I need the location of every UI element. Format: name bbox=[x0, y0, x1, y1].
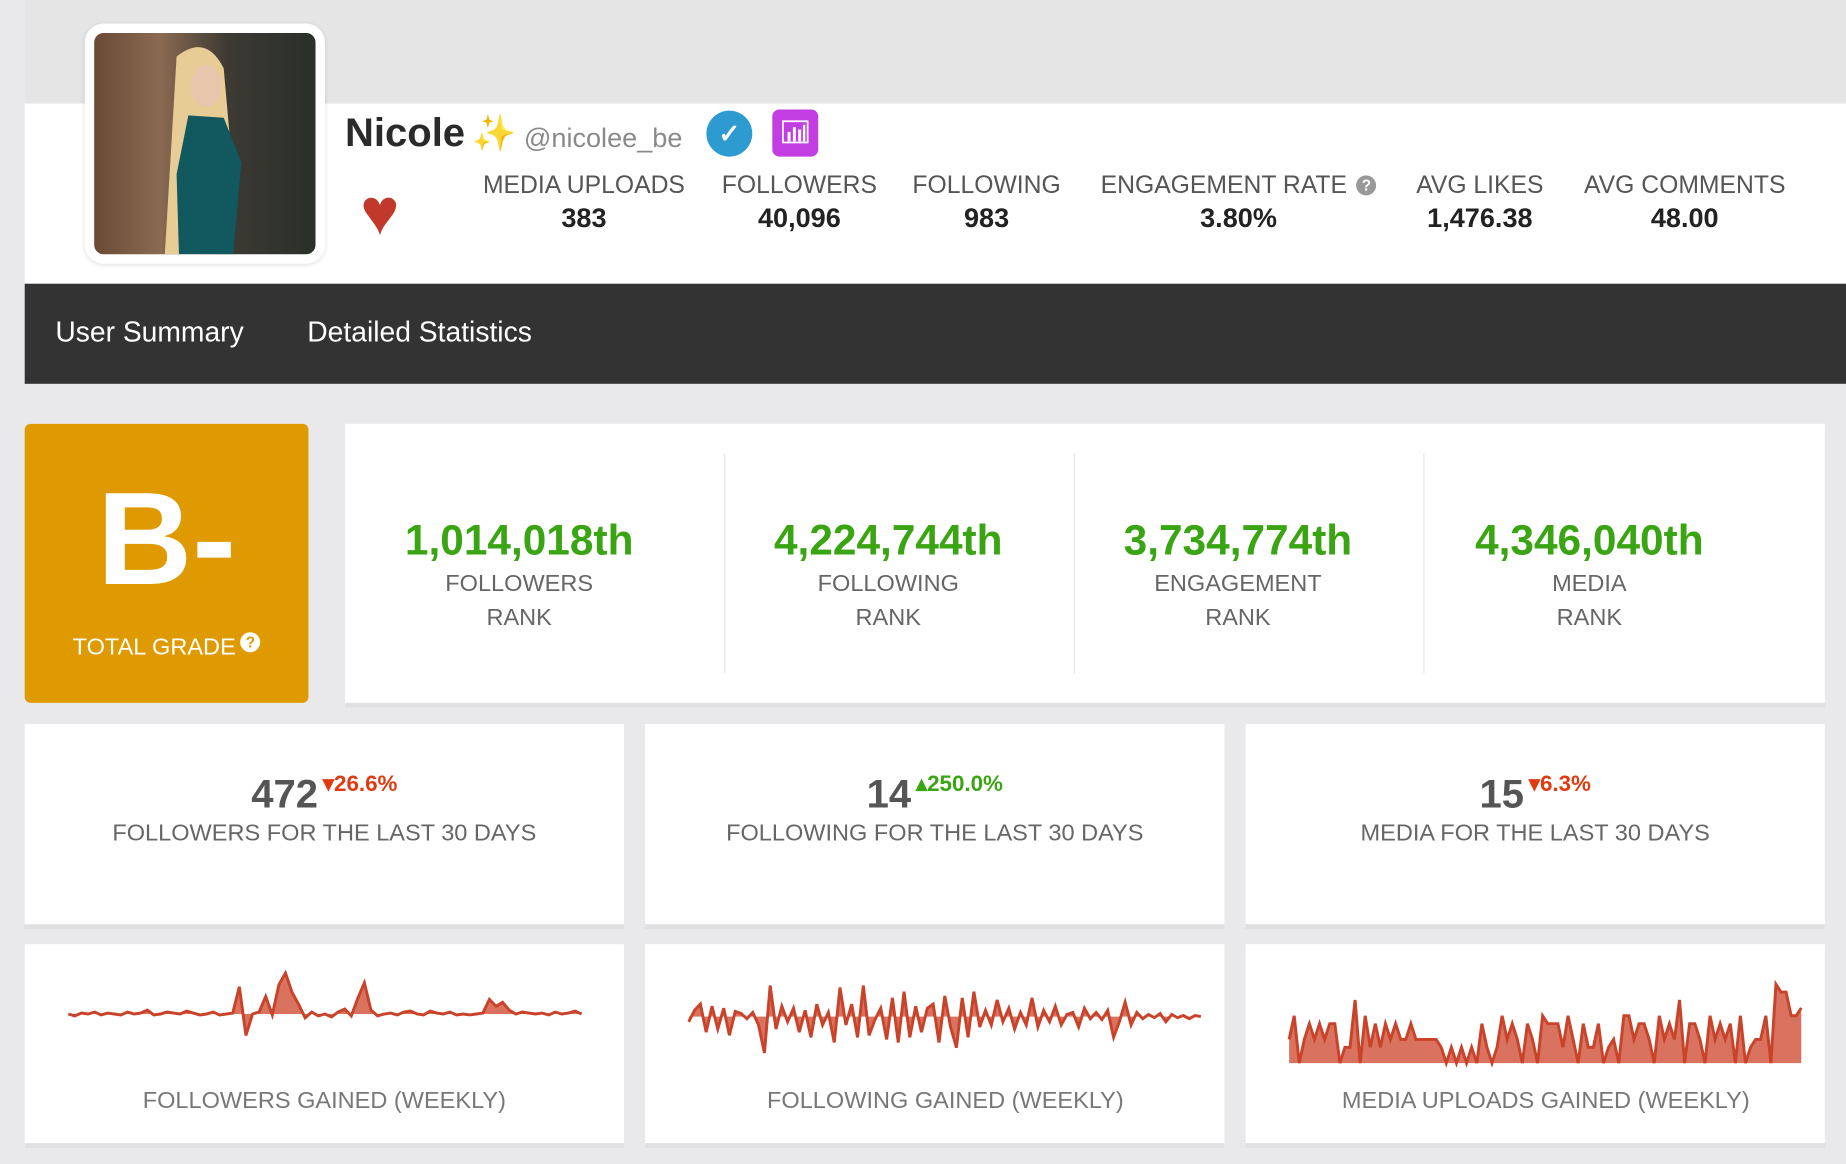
stat-label: FOLLOWING bbox=[912, 171, 1061, 199]
rank-value: 3,734,774th bbox=[1123, 515, 1353, 564]
tab-detailed-statistics[interactable]: Detailed Statistics bbox=[307, 317, 532, 350]
rank-value: 4,224,744th bbox=[773, 515, 1003, 564]
change-up: ▴250.0% bbox=[915, 772, 1003, 798]
stat-value: 40,096 bbox=[757, 202, 841, 234]
profile-name: Nicole bbox=[344, 110, 466, 156]
following-30-days-card: 14 ▴250.0% FOLLOWING FOR THE LAST 30 DAYS bbox=[645, 724, 1225, 925]
total-grade-card: B- TOTAL GRADE? bbox=[24, 423, 309, 703]
rank-label: MEDIA bbox=[1552, 570, 1627, 597]
tab-user-summary[interactable]: User Summary bbox=[55, 317, 243, 350]
ranks-card: 1,014,018th FOLLOWERS RANK 4,224,744th FOLL… bbox=[344, 423, 1825, 703]
followers-30-days-card: 472 ▾26.6% FOLLOWERS FOR THE LAST 30 DAYS bbox=[24, 724, 624, 925]
grade-label: TOTAL GRADE bbox=[72, 634, 236, 661]
chart-label: FOLLOWERS GAINED (WEEKLY) bbox=[142, 1087, 506, 1114]
bar-chart-icon[interactable] bbox=[772, 109, 819, 157]
rank-media: 4,346,040th MEDIA RANK bbox=[1413, 424, 1766, 703]
change-percent: 26.6% bbox=[334, 772, 398, 798]
stat-following: FOLLOWING 983 bbox=[912, 172, 1060, 234]
rank-label: ENGAGEMENT bbox=[1154, 570, 1322, 597]
change-percent: 6.3% bbox=[1539, 772, 1591, 798]
profile-handle[interactable]: @nicolee_be bbox=[524, 122, 682, 154]
following-gained-chart-card: FOLLOWING GAINED (WEEKLY) bbox=[645, 944, 1225, 1144]
rank-value: 4,346,040th bbox=[1475, 515, 1704, 564]
media-30-days-card: 15 ▾6.3% MEDIA FOR THE LAST 30 DAYS bbox=[1245, 724, 1825, 925]
stat-label: AVG LIKES bbox=[1416, 171, 1544, 199]
count-value: 15 bbox=[1479, 772, 1524, 818]
stat-value: 3.80% bbox=[1200, 202, 1277, 234]
rank-followers: 1,014,018th FOLLOWERS RANK bbox=[345, 424, 693, 703]
rank-label: FOLLOWERS bbox=[445, 570, 594, 597]
sparkline-line bbox=[67, 969, 583, 1036]
stat-value: 48.00 bbox=[1650, 202, 1719, 234]
stat-label: MEDIA UPLOADS bbox=[482, 171, 685, 199]
change-percent: 250.0% bbox=[927, 772, 1003, 798]
stat-media-uploads: MEDIA UPLOADS 383 bbox=[483, 172, 685, 234]
grade-letter: B- bbox=[97, 465, 237, 613]
check-circle-icon: ✓ bbox=[706, 110, 753, 157]
rank-following: 4,224,744th FOLLOWING RANK bbox=[713, 424, 1063, 703]
heart-icon[interactable]: ♥ bbox=[360, 176, 399, 248]
stat-label: FOLLOWERS bbox=[721, 171, 878, 199]
count-label: FOLLOWING FOR THE LAST 30 DAYS bbox=[726, 820, 1144, 847]
nav-bar: User Summary Detailed Statistics bbox=[24, 283, 1846, 384]
chart-label: FOLLOWING GAINED (WEEKLY) bbox=[767, 1087, 1124, 1114]
count-label: MEDIA FOR THE LAST 30 DAYS bbox=[1360, 820, 1710, 847]
help-icon[interactable]: ? bbox=[240, 632, 261, 653]
stat-label: AVG COMMENTS bbox=[1583, 171, 1786, 199]
rank-label: RANK bbox=[1205, 605, 1271, 632]
change-down: ▾26.6% bbox=[322, 772, 398, 798]
change-down: ▾6.3% bbox=[1528, 772, 1591, 798]
rank-label: RANK bbox=[1556, 605, 1623, 632]
profile-photo bbox=[94, 32, 316, 255]
rank-label: RANK bbox=[486, 605, 552, 632]
stat-avg-comments: AVG COMMENTS 48.00 bbox=[1584, 172, 1785, 234]
count-value: 472 bbox=[251, 772, 319, 818]
stat-value: 1,476.38 bbox=[1427, 202, 1533, 234]
rank-label: FOLLOWING bbox=[817, 570, 959, 597]
avatar[interactable] bbox=[84, 23, 325, 264]
chart-label: MEDIA UPLOADS GAINED (WEEKLY) bbox=[1341, 1087, 1750, 1114]
followers-gained-chart-card: FOLLOWERS GAINED (WEEKLY) bbox=[24, 944, 624, 1144]
stat-label: ENGAGEMENT RATE bbox=[1100, 171, 1347, 199]
media-gained-chart-card: MEDIA UPLOADS GAINED (WEEKLY) bbox=[1245, 944, 1825, 1144]
rank-value: 1,014,018th bbox=[404, 515, 634, 564]
stat-followers: FOLLOWERS 40,096 bbox=[722, 172, 877, 234]
stat-value: 983 bbox=[963, 202, 1010, 234]
rank-label: RANK bbox=[855, 605, 921, 632]
help-icon[interactable]: ? bbox=[1356, 175, 1377, 196]
stat-engagement-rate: ENGAGEMENT RATE? 3.80% bbox=[1101, 172, 1377, 234]
count-value: 14 bbox=[866, 772, 912, 818]
stat-value: 383 bbox=[561, 202, 607, 234]
rank-engagement: 3,734,774th ENGAGEMENT RANK bbox=[1063, 424, 1413, 703]
count-label: FOLLOWERS FOR THE LAST 30 DAYS bbox=[112, 820, 537, 847]
sparkles-icon: ✨ bbox=[472, 114, 517, 154]
stat-avg-likes: AVG LIKES 1,476.38 bbox=[1416, 172, 1543, 234]
